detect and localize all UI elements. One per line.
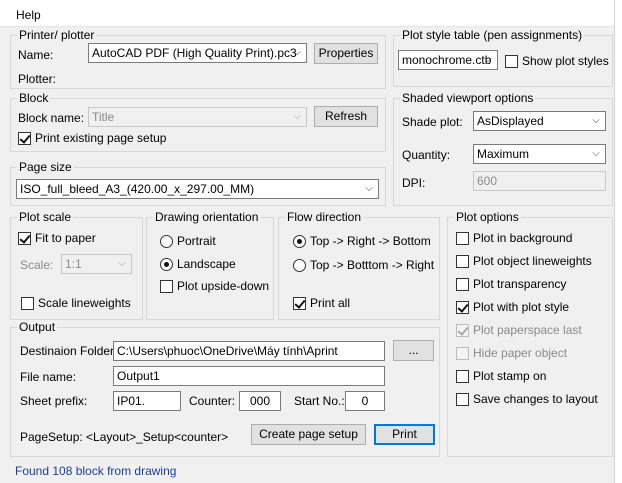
plot-transparency-label: Plot transparency (473, 277, 567, 291)
start-no-label: Start No.: (294, 394, 345, 408)
plot-in-background-label: Plot in background (473, 231, 573, 245)
plot-with-plot-style-checkbox[interactable] (456, 301, 469, 314)
destination-folder-label: Destinaion Folder: (20, 344, 118, 358)
plot-object-lineweights-checkbox[interactable] (456, 255, 469, 268)
print-existing-page-setup-checkbox[interactable] (18, 132, 31, 145)
quantity-label: Quantity: (402, 148, 451, 162)
chevron-down-icon: ⌵ (484, 54, 492, 65)
scale-lineweights-label: Scale lineweights (38, 296, 131, 310)
dpi-input[interactable]: 600 (473, 171, 606, 191)
save-changes-to-layout-checkbox[interactable] (456, 393, 469, 406)
plot-options-group-label: Plot options (454, 210, 521, 224)
landscape-radio[interactable] (160, 258, 173, 271)
chevron-down-icon: ⌵ (592, 148, 600, 159)
chevron-down-icon: ⌵ (118, 258, 126, 269)
portrait-radio[interactable] (160, 235, 173, 248)
shade-plot-value: AsDisplayed (477, 114, 544, 128)
flow-direction-group-label: Flow direction (285, 210, 364, 224)
counter-input[interactable]: 000 (239, 391, 281, 411)
printer-name-select[interactable]: AutoCAD PDF (High Quality Print).pc3 ⌵ (88, 43, 307, 63)
shaded-viewport-group-label: Shaded viewport options (400, 91, 536, 105)
show-plot-styles-checkbox[interactable] (505, 55, 518, 68)
plot-options-group: Plot options (447, 210, 613, 457)
printer-name-value: AutoCAD PDF (High Quality Print).pc3 (92, 46, 297, 60)
plot-paperspace-last-label: Plot paperspace last (473, 323, 582, 337)
pagesetup-text: PageSetup: <Layout>_Setup<counter> (20, 430, 229, 444)
plot-upside-down-checkbox[interactable] (160, 280, 173, 293)
plot-style-table-group-label: Plot style table (pen assignments) (400, 28, 585, 42)
menu-help[interactable]: Help (10, 6, 47, 24)
shade-plot-select[interactable]: AsDisplayed ⌵ (473, 111, 606, 131)
chevron-down-icon: ⌵ (293, 111, 301, 122)
browse-folder-button[interactable]: ... (393, 340, 434, 361)
quantity-select[interactable]: Maximum ⌵ (473, 144, 606, 164)
flow-top-right-bottom-radio[interactable] (293, 235, 306, 248)
fit-to-paper-label: Fit to paper (35, 231, 96, 245)
page-size-value: ISO_full_bleed_A3_(420.00_x_297.00_MM) (20, 182, 255, 196)
create-page-setup-button[interactable]: Create page setup (251, 424, 366, 445)
landscape-label: Landscape (177, 257, 236, 271)
scale-select[interactable]: 1:1 ⌵ (61, 254, 132, 274)
printer-plotter-group-label: Printer/ plotter (17, 28, 97, 42)
show-plot-styles-label: Show plot styles (522, 54, 609, 68)
fit-to-paper-checkbox[interactable] (18, 232, 31, 245)
chevron-down-icon: ⌵ (293, 47, 301, 58)
chevron-down-icon: ⌵ (365, 183, 373, 194)
page-size-group-label: Page size (17, 160, 74, 174)
menu-bar: Help (0, 0, 622, 27)
print-existing-page-setup-label: Print existing page setup (35, 131, 167, 145)
plot-paperspace-last-checkbox[interactable] (456, 324, 469, 337)
page-size-select[interactable]: ISO_full_bleed_A3_(420.00_x_297.00_MM) ⌵ (16, 179, 379, 199)
print-all-label: Print all (310, 296, 351, 310)
file-name-label: File name: (20, 370, 77, 384)
scale-label: Scale: (20, 258, 54, 272)
sheet-prefix-label: Sheet prefix: (20, 394, 88, 408)
plot-transparency-checkbox[interactable] (456, 278, 469, 291)
plot-in-background-checkbox[interactable] (456, 232, 469, 245)
plot-upside-down-label: Plot upside-down (177, 279, 270, 293)
destination-folder-input[interactable]: C:\Users\phuoc\OneDrive\Máy tính\Aprint (113, 341, 385, 361)
start-no-input[interactable]: 0 (345, 391, 385, 411)
plot-style-table-value: monochrome.ctb (402, 53, 492, 67)
drawing-orientation-group-label: Drawing orientation (153, 210, 261, 224)
dpi-label: DPI: (402, 176, 426, 190)
plot-style-table-select[interactable]: monochrome.ctb ⌵ (398, 50, 498, 70)
chevron-down-icon: ⌵ (592, 115, 600, 126)
properties-button[interactable]: Properties (314, 43, 378, 64)
plot-object-lineweights-label: Plot object lineweights (473, 254, 592, 268)
block-group-label: Block (17, 91, 51, 105)
plot-with-plot-style-label: Plot with plot style (473, 300, 570, 314)
output-group-label: Output (17, 320, 58, 334)
hide-paper-object-label: Hide paper object (473, 346, 568, 360)
plot-scale-group-label: Plot scale (17, 210, 74, 224)
hide-paper-object-checkbox[interactable] (456, 347, 469, 360)
plotter-label: Plotter: (18, 72, 57, 86)
scale-value: 1:1 (65, 257, 82, 271)
window-edge (614, 0, 622, 483)
print-button[interactable]: Print (374, 424, 435, 445)
scale-lineweights-checkbox[interactable] (21, 297, 34, 310)
sheet-prefix-input[interactable]: IP01. (113, 391, 181, 411)
plot-stamp-on-label: Plot stamp on (473, 369, 547, 383)
block-name-placeholder: Title (92, 110, 115, 124)
printer-name-label: Name: (18, 48, 54, 62)
status-text: Found 108 block from drawing (15, 464, 177, 478)
flow-top-bottom-right-label: Top -> Botttom -> Right (310, 258, 435, 272)
save-changes-to-layout-label: Save changes to layout (473, 392, 598, 406)
file-name-input[interactable]: Output1 (113, 366, 385, 386)
counter-label: Counter: (189, 394, 236, 408)
refresh-button[interactable]: Refresh (314, 106, 378, 127)
flow-top-bottom-right-radio[interactable] (293, 259, 306, 272)
block-name-label: Block name: (18, 111, 85, 125)
shade-plot-label: Shade plot: (402, 115, 463, 129)
block-name-select[interactable]: Title ⌵ (88, 107, 307, 127)
portrait-label: Portrait (177, 234, 216, 248)
flow-top-right-bottom-label: Top -> Right -> Bottom (310, 234, 431, 248)
quantity-value: Maximum (477, 147, 530, 161)
plot-stamp-on-checkbox[interactable] (456, 370, 469, 383)
print-all-checkbox[interactable] (293, 297, 306, 310)
